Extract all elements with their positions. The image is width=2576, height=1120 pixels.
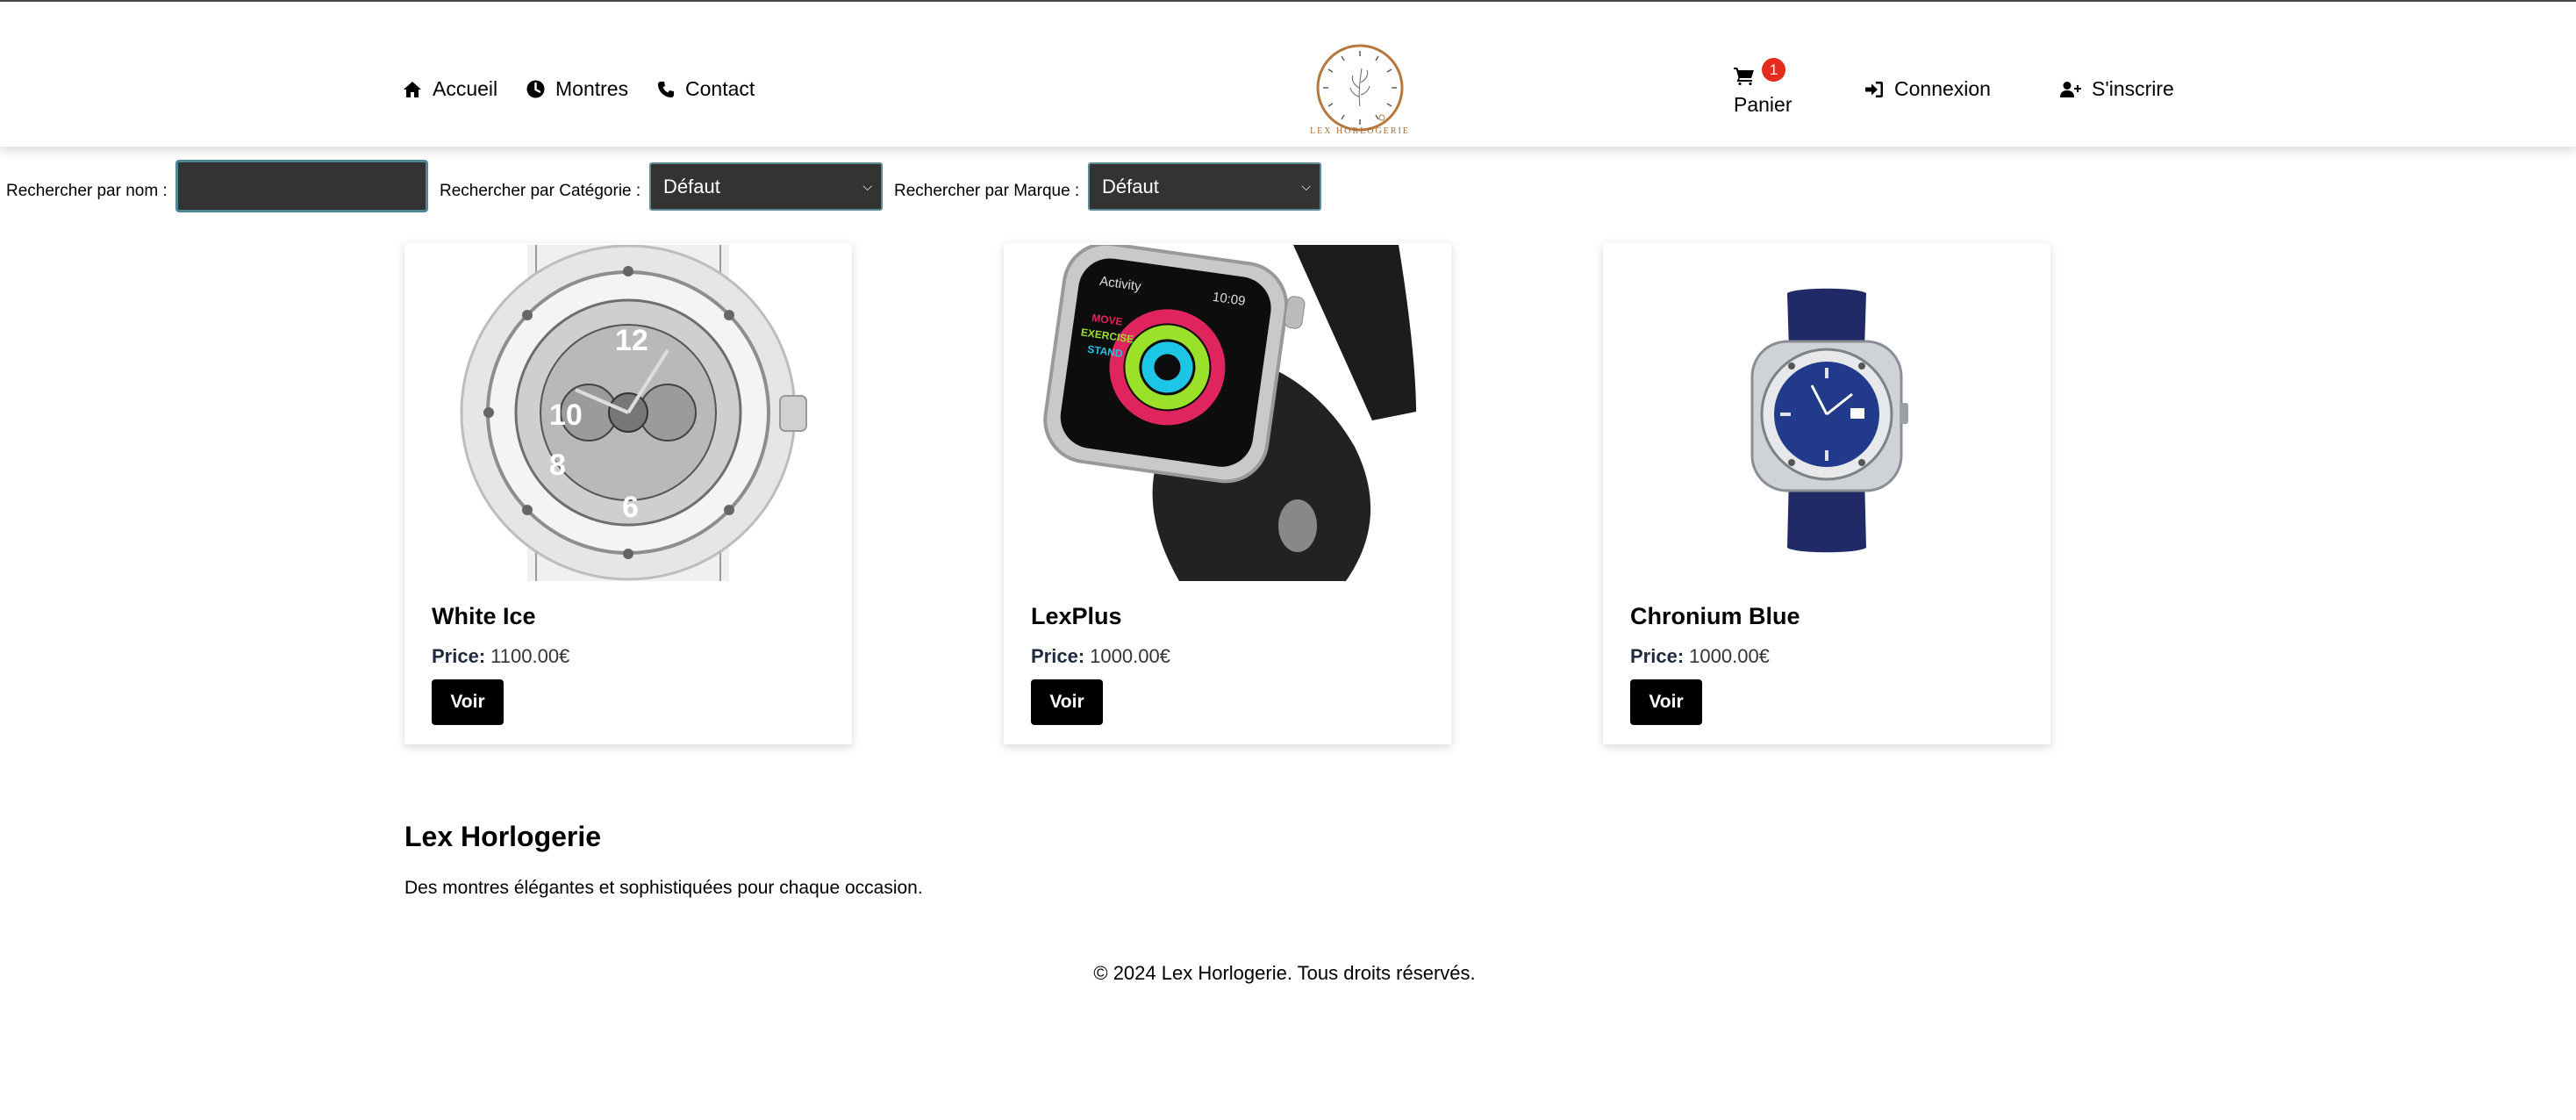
nav-contact[interactable]: Contact <box>657 77 755 101</box>
footer-title: Lex Horlogerie <box>404 821 602 852</box>
product-price: Price: 1000.00€ <box>1031 645 1170 668</box>
view-product-button[interactable]: Voir <box>432 679 504 725</box>
price-label: Price: <box>1031 645 1085 667</box>
brand-select-value: Défaut <box>1102 176 1159 197</box>
footer-copyright: © 2024 Lex Horlogerie. Tous droits réser… <box>1093 962 1476 984</box>
product-name: White Ice <box>432 603 536 629</box>
category-select[interactable]: Défaut ⌵ <box>649 162 883 211</box>
nav-home-label: Accueil <box>433 77 498 100</box>
price-value: 1000.00€ <box>1689 645 1770 667</box>
svg-text:12: 12 <box>615 324 648 357</box>
sign-in-icon <box>1865 81 1883 97</box>
search-name-input[interactable] <box>175 160 428 212</box>
view-product-button[interactable]: Voir <box>1630 679 1702 725</box>
product-card: 12 10 8 6 White Ice Price: 1100.00€ Voir <box>404 243 852 744</box>
footer-description: Des montres élégantes et sophistiquées p… <box>404 878 923 898</box>
nav-home[interactable]: Accueil <box>403 77 497 101</box>
product-image-lexplus[interactable]: Activity 10:09 MOVE EXERCISE STAND <box>1004 245 1451 581</box>
nav-watches[interactable]: Montres <box>526 77 628 101</box>
view-product-button[interactable]: Voir <box>1031 679 1103 725</box>
nav-signup[interactable]: S'inscrire <box>2060 77 2174 101</box>
nav-login-label: Connexion <box>1894 77 1991 100</box>
svg-text:10: 10 <box>549 398 583 432</box>
product-price: Price: 1000.00€ <box>1630 645 1770 668</box>
category-select-value: Défaut <box>663 176 720 197</box>
home-icon <box>404 81 421 97</box>
price-value: 1000.00€ <box>1090 645 1170 667</box>
clock-icon <box>526 80 545 98</box>
nav-signup-label: S'inscrire <box>2092 77 2174 100</box>
price-value: 1100.00€ <box>490 645 570 667</box>
chevron-down-icon: ⌵ <box>1301 179 1311 193</box>
search-category-label: Rechercher par Catégorie : <box>440 182 641 200</box>
search-name-label: Rechercher par nom : <box>6 182 168 200</box>
cart-icon <box>1734 68 1754 85</box>
site-header: Accueil Montres Contact LEX HORLOGERIE 1… <box>0 2 2576 147</box>
product-price: Price: 1100.00€ <box>432 645 569 668</box>
phone-icon <box>658 81 674 97</box>
brand-select[interactable]: Défaut ⌵ <box>1088 162 1321 211</box>
product-image-white-ice[interactable]: 12 10 8 6 <box>404 245 852 581</box>
svg-text:6: 6 <box>622 491 639 524</box>
logo-wordmark: LEX HORLOGERIE <box>1310 126 1410 136</box>
chevron-down-icon: ⌵ <box>862 179 872 193</box>
price-label: Price: <box>1630 645 1685 667</box>
cart-label: Panier <box>1734 93 1792 116</box>
price-label: Price: <box>432 645 486 667</box>
product-card: Activity 10:09 MOVE EXERCISE STAND LexPl… <box>1004 243 1451 744</box>
user-plus-icon <box>2060 81 2081 97</box>
svg-text:8: 8 <box>549 449 566 482</box>
nav-watches-label: Montres <box>555 77 629 100</box>
product-name: LexPlus <box>1031 603 1122 629</box>
cart-count-badge: 1 <box>1762 58 1785 82</box>
product-image-chronium-blue[interactable] <box>1603 245 2050 581</box>
search-brand-label: Rechercher par Marque : <box>894 182 1080 200</box>
product-name: Chronium Blue <box>1630 603 1800 629</box>
product-card: Chronium Blue Price: 1000.00€ Voir <box>1603 243 2050 744</box>
nav-login[interactable]: Connexion <box>1864 77 1991 101</box>
nav-contact-label: Contact <box>685 77 755 100</box>
